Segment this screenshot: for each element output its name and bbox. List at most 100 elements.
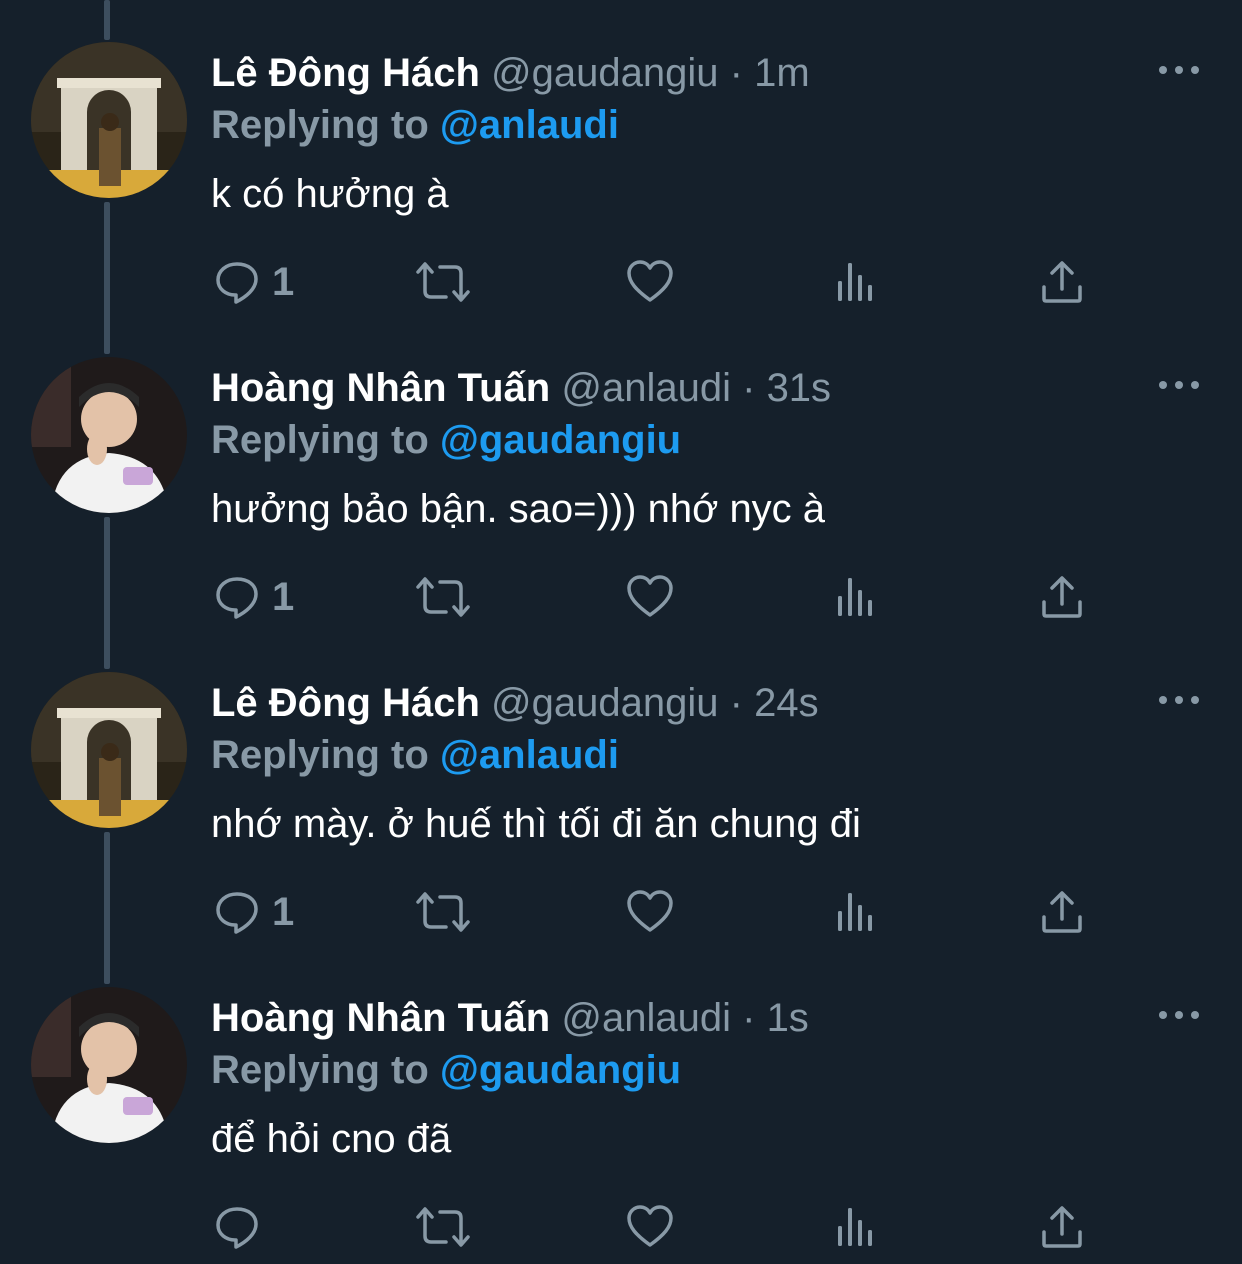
retweet-icon (416, 1207, 470, 1247)
more-icon (1159, 66, 1199, 74)
views-button[interactable] (836, 882, 876, 942)
replying-to-handle[interactable]: @gaudangiu (440, 1048, 681, 1092)
display-name[interactable]: Hoàng Nhân Tuấn (211, 996, 550, 1040)
timestamp[interactable]: 1s (767, 996, 809, 1040)
retweet-icon (416, 892, 470, 932)
reply-count: 1 (272, 259, 295, 304)
like-button[interactable] (626, 882, 674, 942)
replying-to: Replying to @gaudangiu (211, 415, 681, 465)
more-options-button[interactable] (1156, 688, 1202, 712)
tweet-header: Hoàng Nhân Tuấn @anlaudi · 31s (211, 363, 831, 413)
views-icon (838, 1208, 872, 1246)
more-options-button[interactable] (1156, 58, 1202, 82)
replying-to: Replying to @anlaudi (211, 730, 619, 780)
more-icon (1159, 696, 1199, 704)
avatar-photo-arch (31, 672, 187, 828)
tweet[interactable]: Lê Đông Hách @gaudangiu · 1m Replying to… (0, 0, 1242, 315)
share-button[interactable] (1040, 882, 1084, 942)
reply-count: 1 (272, 889, 295, 934)
tweet-text: nhớ mày. ở huế thì tối đi ăn chung đi (211, 802, 861, 846)
replying-to-handle[interactable]: @anlaudi (440, 103, 619, 147)
avatar[interactable] (31, 42, 187, 198)
like-button[interactable] (626, 567, 674, 627)
retweet-button[interactable] (414, 567, 472, 627)
more-icon (1159, 1011, 1199, 1019)
reply-icon (216, 1207, 258, 1249)
display-name[interactable]: Hoàng Nhân Tuấn (211, 366, 550, 410)
retweet-icon (416, 577, 470, 617)
share-icon (1042, 1206, 1082, 1248)
like-button[interactable] (626, 1197, 674, 1257)
display-name[interactable]: Lê Đông Hách (211, 681, 480, 725)
replying-to: Replying to @gaudangiu (211, 1045, 681, 1095)
tweet-header: Lê Đông Hách @gaudangiu · 1m (211, 48, 810, 98)
separator-dot: · (729, 681, 743, 725)
retweet-button[interactable] (414, 252, 472, 312)
share-icon (1042, 576, 1082, 618)
share-icon (1042, 261, 1082, 303)
replying-to-label: Replying to (211, 418, 429, 462)
tweet-text: k có hưởng à (211, 172, 449, 216)
views-button[interactable] (836, 252, 876, 312)
avatar[interactable] (31, 987, 187, 1143)
heart-icon (627, 1205, 673, 1247)
replying-to-label: Replying to (211, 1048, 429, 1092)
timestamp[interactable]: 24s (754, 681, 819, 725)
display-name[interactable]: Lê Đông Hách (211, 51, 480, 95)
replying-to-label: Replying to (211, 103, 429, 147)
tweet-text: hưởng bảo bận. sao=))) nhớ nyc à (211, 487, 826, 531)
user-handle[interactable]: @gaudangiu (491, 51, 718, 95)
avatar-photo-arch (31, 42, 187, 198)
retweet-icon (416, 262, 470, 302)
tweet[interactable]: Lê Đông Hách @gaudangiu · 24s Replying t… (0, 630, 1242, 945)
views-icon (838, 893, 872, 931)
avatar-photo-portrait (31, 357, 187, 513)
views-icon (838, 578, 872, 616)
tweet[interactable]: Hoàng Nhân Tuấn @anlaudi · 1s Replying t… (0, 945, 1242, 1260)
replying-to-handle[interactable]: @gaudangiu (440, 418, 681, 462)
avatar[interactable] (31, 357, 187, 513)
avatar[interactable] (31, 672, 187, 828)
timestamp[interactable]: 31s (767, 366, 832, 410)
share-button[interactable] (1040, 1197, 1084, 1257)
replying-to-label: Replying to (211, 733, 429, 777)
timestamp[interactable]: 1m (754, 51, 810, 95)
reply-icon (216, 892, 258, 934)
tweet[interactable]: Hoàng Nhân Tuấn @anlaudi · 31s Replying … (0, 315, 1242, 630)
views-button[interactable] (836, 567, 876, 627)
tweet-header: Hoàng Nhân Tuấn @anlaudi · 1s (211, 993, 809, 1043)
more-icon (1159, 381, 1199, 389)
tweet-actions (0, 1197, 1242, 1257)
separator-dot: · (729, 51, 743, 95)
share-button[interactable] (1040, 252, 1084, 312)
separator-dot: · (742, 996, 756, 1040)
tweet-text: để hỏi cno đã (211, 1117, 452, 1161)
retweet-button[interactable] (414, 1197, 472, 1257)
share-button[interactable] (1040, 567, 1084, 627)
user-handle[interactable]: @gaudangiu (491, 681, 718, 725)
tweet-header: Lê Đông Hách @gaudangiu · 24s (211, 678, 819, 728)
avatar-photo-portrait (31, 987, 187, 1143)
user-handle[interactable]: @anlaudi (561, 996, 731, 1040)
tweet-actions: 1 (0, 252, 1242, 312)
share-icon (1042, 891, 1082, 933)
like-button[interactable] (626, 252, 674, 312)
reply-icon (216, 262, 258, 304)
reply-icon (216, 577, 258, 619)
heart-icon (627, 575, 673, 617)
heart-icon (627, 890, 673, 932)
reply-button[interactable]: 1 (214, 882, 294, 942)
separator-dot: · (742, 366, 756, 410)
reply-button[interactable]: 1 (214, 567, 294, 627)
views-button[interactable] (836, 1197, 876, 1257)
reply-count: 1 (272, 574, 295, 619)
user-handle[interactable]: @anlaudi (561, 366, 731, 410)
views-icon (838, 263, 872, 301)
reply-button[interactable]: 1 (214, 252, 294, 312)
more-options-button[interactable] (1156, 1003, 1202, 1027)
replying-to-handle[interactable]: @anlaudi (440, 733, 619, 777)
retweet-button[interactable] (414, 882, 472, 942)
tweet-actions: 1 (0, 882, 1242, 942)
more-options-button[interactable] (1156, 373, 1202, 397)
reply-button[interactable] (214, 1197, 272, 1257)
